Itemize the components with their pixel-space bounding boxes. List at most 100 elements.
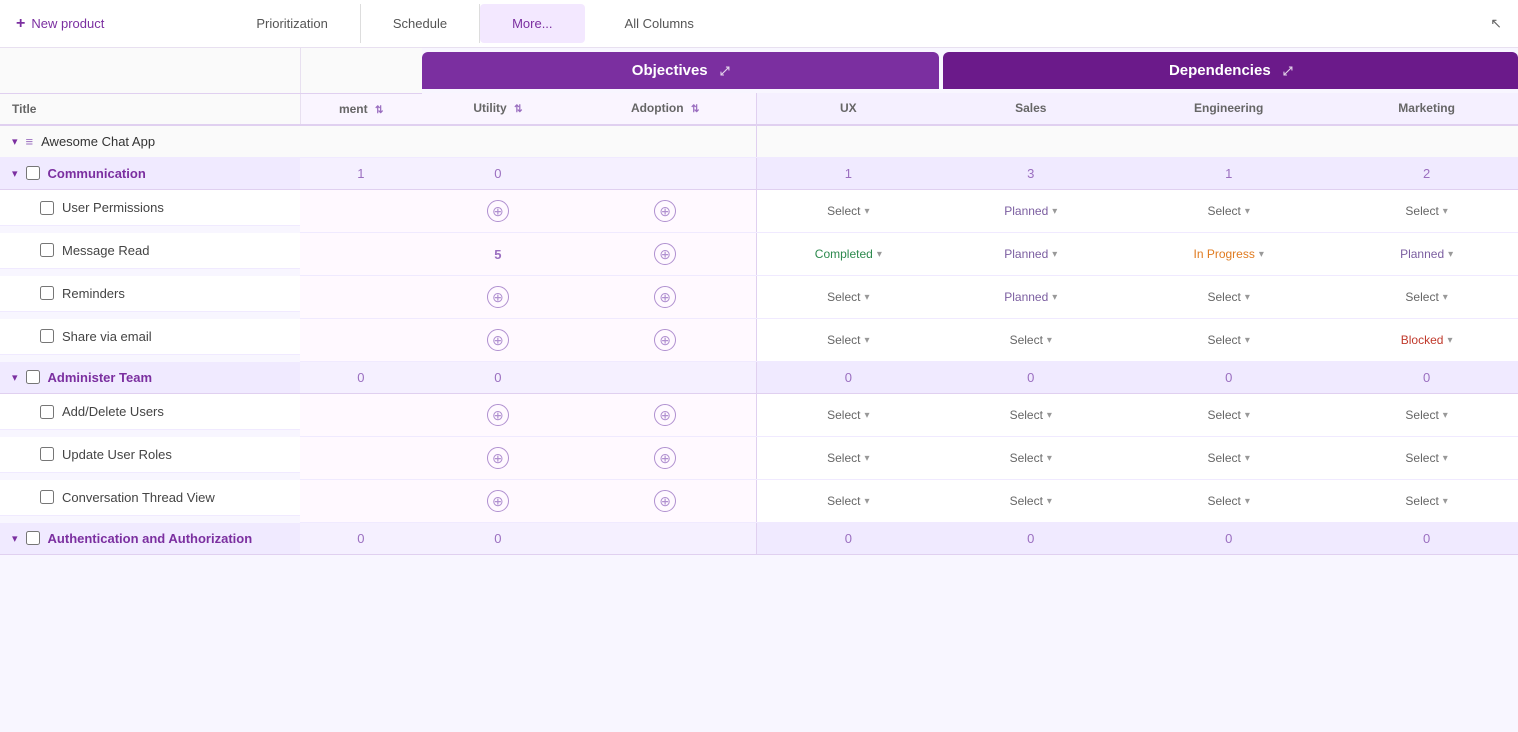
group-auth-obj1: 0 <box>300 523 422 555</box>
item-checkbox-share-via-email[interactable] <box>40 329 54 343</box>
chevron-down-icon: ▾ <box>1443 496 1448 507</box>
item-uur-add-utility[interactable]: ⊕ <box>487 447 509 469</box>
col-header-engineering: Engineering <box>1122 93 1335 125</box>
item-title-update-user-roles: Update User Roles <box>0 437 300 473</box>
group-comm-obj3 <box>574 158 757 190</box>
item-sve-sales-select[interactable]: Select ▾ <box>1001 329 1061 351</box>
menu-icon: ≡ <box>26 134 34 149</box>
item-rem-ux-select[interactable]: Select ▾ <box>818 286 878 308</box>
app-title-cell: ▾ ≡ Awesome Chat App <box>0 126 300 158</box>
item-sve-add-adoption[interactable]: ⊕ <box>654 329 676 351</box>
item-ctv-dep2: Select ▾ <box>939 480 1122 523</box>
item-checkbox-update-user-roles[interactable] <box>40 447 54 461</box>
item-sve-dep1: Select ▾ <box>757 319 940 362</box>
item-up-dep4: Select ▾ <box>1335 190 1518 233</box>
item-up-add-utility[interactable]: ⊕ <box>487 200 509 222</box>
objectives-section-header[interactable]: Objectives ⤢ <box>422 52 940 89</box>
dependencies-section-header[interactable]: Dependencies ⤢ <box>943 52 1518 89</box>
item-adu-ux-select[interactable]: Select ▾ <box>818 404 878 426</box>
chevron-down-icon: ▾ <box>1245 292 1250 303</box>
item-up-add-adoption[interactable]: ⊕ <box>654 200 676 222</box>
item-row-message-read: Message Read 5 ⊕ Completed ▾ P <box>0 233 1518 276</box>
item-up-mkt-select[interactable]: Select ▾ <box>1396 200 1456 222</box>
all-columns-button[interactable]: All Columns <box>601 4 718 43</box>
item-mr-add-adoption[interactable]: ⊕ <box>654 243 676 265</box>
item-adu-obj3: ⊕ <box>574 394 757 437</box>
item-checkbox-reminders[interactable] <box>40 286 54 300</box>
item-adu-add-adoption[interactable]: ⊕ <box>654 404 676 426</box>
group-checkbox-administer-team[interactable] <box>26 370 40 384</box>
tab-schedule[interactable]: Schedule <box>361 4 480 43</box>
item-sve-dep3: Select ▾ <box>1122 319 1335 362</box>
app-dep3 <box>1122 125 1335 158</box>
item-uur-ux-select[interactable]: Select ▾ <box>818 447 878 469</box>
group-checkbox-auth[interactable] <box>26 531 40 545</box>
item-row-conversation-thread-view: Conversation Thread View ⊕ ⊕ Select ▾ <box>0 480 1518 523</box>
item-uur-obj2: ⊕ <box>422 437 574 480</box>
item-ctv-ux-select[interactable]: Select ▾ <box>818 490 878 512</box>
group-row-communication: ▾ Communication 1 0 1 3 1 2 <box>0 158 1518 190</box>
item-checkbox-message-read[interactable] <box>40 243 54 257</box>
group-chevron-auth[interactable]: ▾ <box>12 532 18 545</box>
item-sve-ux-select[interactable]: Select ▾ <box>818 329 878 351</box>
item-adu-add-utility[interactable]: ⊕ <box>487 404 509 426</box>
group-chevron-administer-team[interactable]: ▾ <box>12 371 18 384</box>
item-adu-dep3: Select ▾ <box>1122 394 1335 437</box>
item-ctv-sales-select[interactable]: Select ▾ <box>1001 490 1061 512</box>
chevron-down-icon: ▾ <box>864 206 869 217</box>
item-rem-eng-select[interactable]: Select ▾ <box>1198 286 1258 308</box>
item-sve-mkt-blocked[interactable]: Blocked ▾ <box>1392 329 1462 351</box>
item-sve-eng-select[interactable]: Select ▾ <box>1198 329 1258 351</box>
item-ctv-mkt-select[interactable]: Select ▾ <box>1396 490 1456 512</box>
item-up-dep1: Select ▾ <box>757 190 940 233</box>
cursor-icon: ↖ <box>1490 15 1502 32</box>
new-product-button[interactable]: + New product <box>16 15 104 33</box>
item-uur-dep3: Select ▾ <box>1122 437 1335 480</box>
item-uur-add-adoption[interactable]: ⊕ <box>654 447 676 469</box>
column-header-row: Title ment ⇅ Utility ⇅ Adoption ⇅ UX <box>0 93 1518 125</box>
chevron-down-icon: ▾ <box>1245 496 1250 507</box>
item-ctv-obj3: ⊕ <box>574 480 757 523</box>
item-adu-eng-select[interactable]: Select ▾ <box>1198 404 1258 426</box>
group-at-obj3 <box>574 362 757 394</box>
item-mr-ux-completed[interactable]: Completed ▾ <box>806 243 891 265</box>
item-adu-sales-select[interactable]: Select ▾ <box>1001 404 1061 426</box>
app-chevron[interactable]: ▾ <box>12 135 18 148</box>
item-rem-sales-planned[interactable]: Planned ▾ <box>995 286 1066 308</box>
item-ctv-add-utility[interactable]: ⊕ <box>487 490 509 512</box>
item-ctv-eng-select[interactable]: Select ▾ <box>1198 490 1258 512</box>
item-uur-obj1 <box>300 437 422 480</box>
item-checkbox-conversation-thread-view[interactable] <box>40 490 54 504</box>
item-uur-sales-select[interactable]: Select ▾ <box>1001 447 1061 469</box>
app-dep4 <box>1335 125 1518 158</box>
item-uur-mkt-select[interactable]: Select ▾ <box>1396 447 1456 469</box>
item-up-obj2: ⊕ <box>422 190 574 233</box>
item-sve-add-utility[interactable]: ⊕ <box>487 329 509 351</box>
tab-prioritization[interactable]: Prioritization <box>224 4 361 43</box>
group-checkbox-communication[interactable] <box>26 166 40 180</box>
table-container: Objectives ⤢ Dependencies ⤢ Title m <box>0 48 1518 732</box>
item-mr-dep2: Planned ▾ <box>939 233 1122 276</box>
item-ctv-add-adoption[interactable]: ⊕ <box>654 490 676 512</box>
tab-more[interactable]: More... <box>480 4 584 43</box>
item-uur-dep2: Select ▾ <box>939 437 1122 480</box>
item-up-ux-select[interactable]: Select ▾ <box>818 200 878 222</box>
item-checkbox-add-delete-users[interactable] <box>40 405 54 419</box>
item-up-eng-select[interactable]: Select ▾ <box>1198 200 1258 222</box>
app-obj3 <box>574 125 757 158</box>
item-up-sales-planned[interactable]: Planned ▾ <box>995 200 1066 222</box>
item-rem-add-utility[interactable]: ⊕ <box>487 286 509 308</box>
chevron-down-icon: ▾ <box>864 292 869 303</box>
item-rem-mkt-select[interactable]: Select ▾ <box>1396 286 1456 308</box>
item-adu-obj2: ⊕ <box>422 394 574 437</box>
item-checkbox-user-permissions[interactable] <box>40 201 54 215</box>
group-chevron-communication[interactable]: ▾ <box>12 167 18 180</box>
item-mr-mkt-planned[interactable]: Planned ▾ <box>1391 243 1462 265</box>
objectives-expand-icon: ⤢ <box>720 64 730 78</box>
item-mr-eng-inprogress[interactable]: In Progress ▾ <box>1184 243 1272 265</box>
item-rem-add-adoption[interactable]: ⊕ <box>654 286 676 308</box>
item-mr-sales-planned[interactable]: Planned ▾ <box>995 243 1066 265</box>
item-rem-obj2: ⊕ <box>422 276 574 319</box>
item-uur-eng-select[interactable]: Select ▾ <box>1198 447 1258 469</box>
item-adu-mkt-select[interactable]: Select ▾ <box>1396 404 1456 426</box>
